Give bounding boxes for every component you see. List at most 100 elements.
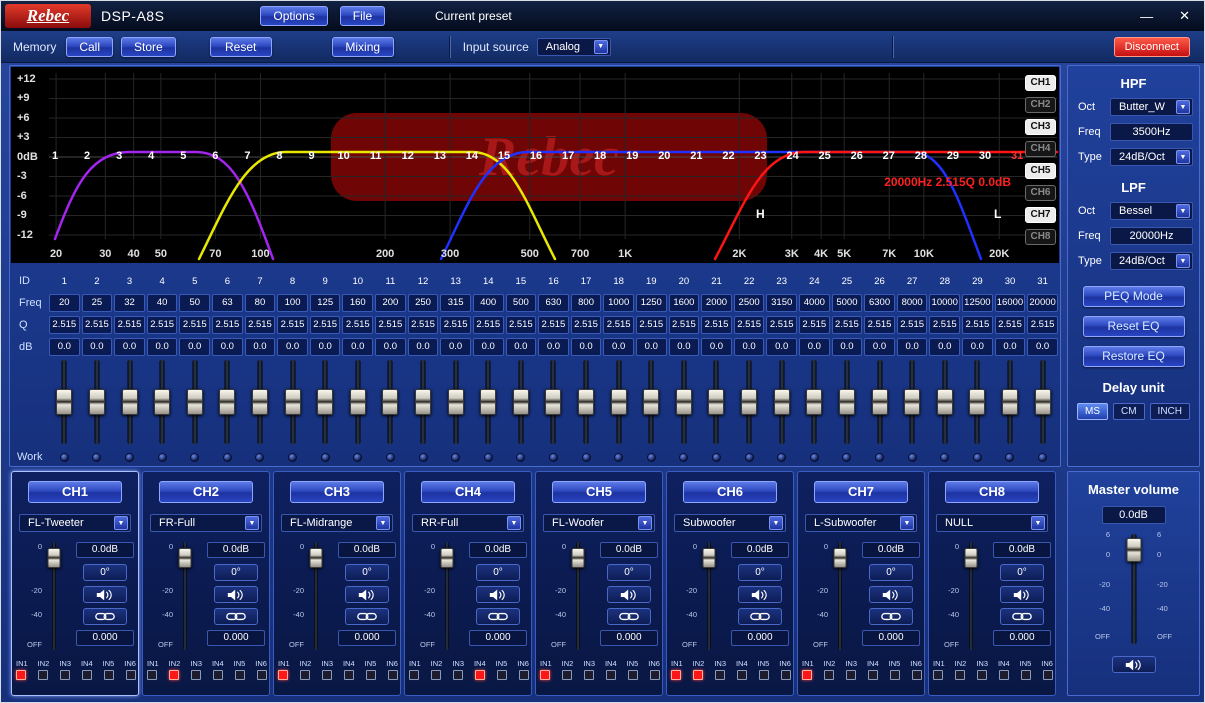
eq-cell[interactable]: 40 [147, 294, 178, 312]
eq-cell[interactable]: 0.0 [114, 338, 145, 356]
delay-unit-ms[interactable]: MS [1077, 403, 1108, 420]
eq-cell[interactable]: 0.0 [897, 338, 928, 356]
input-led-in1[interactable] [540, 670, 550, 680]
eq-cell[interactable]: 2.515 [962, 316, 993, 334]
graph-channel-button-ch1[interactable]: CH1 [1025, 75, 1056, 91]
mute-button[interactable] [869, 586, 913, 603]
input-led-in1[interactable] [933, 670, 943, 680]
slider-thumb[interactable] [513, 389, 529, 415]
eq-cell[interactable]: 2000 [701, 294, 732, 312]
channel-source-select[interactable]: RR-Full▼ [412, 514, 524, 532]
eq-cell[interactable]: 2.515 [506, 316, 537, 334]
eq-cell[interactable]: 0.0 [179, 338, 210, 356]
slider-thumb[interactable] [741, 389, 757, 415]
eq-cell[interactable]: 2.515 [1027, 316, 1058, 334]
reset-button[interactable]: Reset [210, 37, 272, 57]
input-led-in4[interactable] [344, 670, 354, 680]
slider-thumb[interactable] [872, 389, 888, 415]
mute-button[interactable] [214, 586, 258, 603]
input-led-in2[interactable] [562, 670, 572, 680]
eq-cell[interactable]: 2.515 [538, 316, 569, 334]
link-button[interactable] [214, 608, 258, 625]
phase-button[interactable]: 0° [214, 564, 258, 581]
input-source-select[interactable]: Analog ▼ [537, 38, 611, 56]
reset-eq-button[interactable]: Reset EQ [1083, 316, 1185, 337]
input-led-in1[interactable] [278, 670, 288, 680]
input-led-in4[interactable] [737, 670, 747, 680]
channel-fader-thumb[interactable] [572, 548, 585, 568]
eq-cell[interactable]: 0.0 [734, 338, 765, 356]
channel-source-select[interactable]: Subwoofer▼ [674, 514, 786, 532]
input-led-in6[interactable] [912, 670, 922, 680]
phase-button[interactable]: 0° [607, 564, 651, 581]
link-button[interactable] [869, 608, 913, 625]
slider-thumb[interactable] [611, 389, 627, 415]
eq-cell[interactable]: 0.0 [832, 338, 863, 356]
channel-button[interactable]: CH5 [552, 481, 646, 503]
master-fader-thumb[interactable] [1126, 538, 1141, 562]
eq-cell[interactable]: 0.0 [342, 338, 373, 356]
input-led-in3[interactable] [846, 670, 856, 680]
channel-fader-thumb[interactable] [310, 548, 323, 568]
eq-cell[interactable]: 1000 [603, 294, 634, 312]
lpf-freq-value[interactable]: 20000Hz [1110, 227, 1193, 245]
input-led-in2[interactable] [300, 670, 310, 680]
eq-cell[interactable]: 1600 [669, 294, 700, 312]
eq-cell[interactable]: 2.515 [473, 316, 504, 334]
eq-cell[interactable]: 20 [49, 294, 80, 312]
graph-channel-button-ch3[interactable]: CH3 [1025, 119, 1056, 135]
eq-cell[interactable]: 50 [179, 294, 210, 312]
slider-thumb[interactable] [839, 389, 855, 415]
input-led-in1[interactable] [16, 670, 26, 680]
channel-fader-thumb[interactable] [179, 548, 192, 568]
minimize-button[interactable]: — [1140, 9, 1153, 24]
phase-button[interactable]: 0° [345, 564, 389, 581]
channel-button[interactable]: CH6 [683, 481, 777, 503]
channel-fader-thumb[interactable] [703, 548, 716, 568]
eq-cell[interactable]: 0.0 [212, 338, 243, 356]
channel-button[interactable]: CH1 [28, 481, 122, 503]
slider-thumb[interactable] [56, 389, 72, 415]
channel-fader-thumb[interactable] [834, 548, 847, 568]
slider-thumb[interactable] [122, 389, 138, 415]
eq-cell[interactable]: 2.515 [799, 316, 830, 334]
eq-cell[interactable]: 0.0 [766, 338, 797, 356]
link-button[interactable] [476, 608, 520, 625]
eq-cell[interactable]: 8000 [897, 294, 928, 312]
input-led-in3[interactable] [584, 670, 594, 680]
slider-thumb[interactable] [1002, 389, 1018, 415]
input-led-in1[interactable] [409, 670, 419, 680]
input-led-in2[interactable] [693, 670, 703, 680]
mute-button[interactable] [738, 586, 782, 603]
eq-cell[interactable]: 16000 [995, 294, 1026, 312]
graph-channel-button-ch2[interactable]: CH2 [1025, 97, 1056, 113]
eq-cell[interactable]: 0.0 [864, 338, 895, 356]
channel-fader-thumb[interactable] [48, 548, 61, 568]
eq-cell[interactable]: 0.0 [440, 338, 471, 356]
eq-cell[interactable]: 2.515 [310, 316, 341, 334]
eq-cell[interactable]: 2.515 [571, 316, 602, 334]
eq-cell[interactable]: 200 [375, 294, 406, 312]
eq-cell[interactable]: 160 [342, 294, 373, 312]
hpf-oct-select[interactable]: Butter_W ▼ [1110, 98, 1193, 116]
slider-thumb[interactable] [350, 389, 366, 415]
mute-button[interactable] [1000, 586, 1044, 603]
input-led-in5[interactable] [628, 670, 638, 680]
slider-thumb[interactable] [904, 389, 920, 415]
input-led-in2[interactable] [169, 670, 179, 680]
eq-cell[interactable]: 2.515 [408, 316, 439, 334]
delay-unit-inch[interactable]: INCH [1150, 403, 1190, 420]
channel-source-select[interactable]: FL-Tweeter▼ [19, 514, 131, 532]
eq-cell[interactable]: 63 [212, 294, 243, 312]
slider-thumb[interactable] [448, 389, 464, 415]
eq-cell[interactable]: 0.0 [603, 338, 634, 356]
slider-thumb[interactable] [708, 389, 724, 415]
input-led-in4[interactable] [475, 670, 485, 680]
eq-cell[interactable]: 32 [114, 294, 145, 312]
phase-button[interactable]: 0° [738, 564, 782, 581]
input-led-in2[interactable] [431, 670, 441, 680]
channel-source-select[interactable]: FR-Full▼ [150, 514, 262, 532]
disconnect-button[interactable]: Disconnect [1114, 37, 1190, 57]
input-led-in2[interactable] [38, 670, 48, 680]
slider-thumb[interactable] [252, 389, 268, 415]
